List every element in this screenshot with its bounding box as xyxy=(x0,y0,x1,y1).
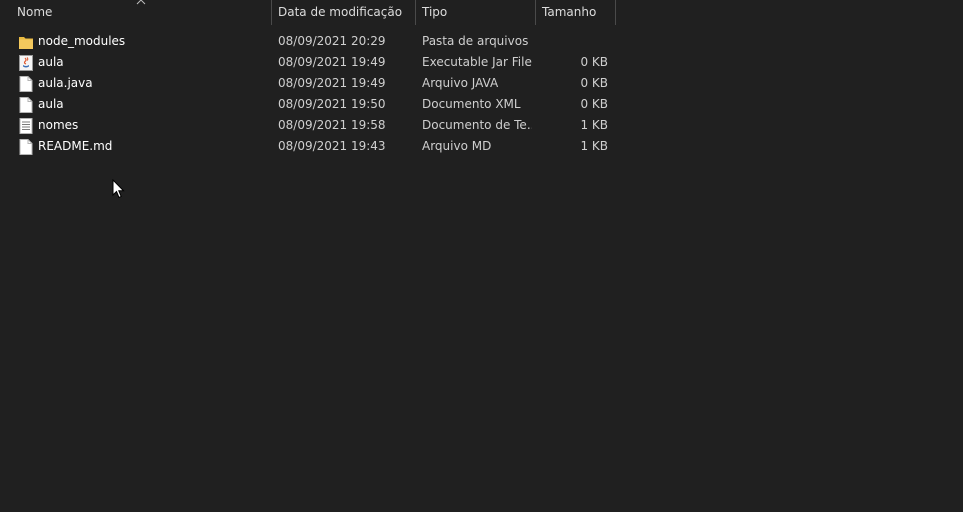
column-divider[interactable] xyxy=(415,0,416,25)
file-icon xyxy=(19,76,33,92)
file-type: Arquivo JAVA xyxy=(422,76,499,90)
column-divider[interactable] xyxy=(271,0,272,25)
file-row[interactable]: aula.java 08/09/2021 19:49 Arquivo JAVA … xyxy=(0,73,616,94)
file-row[interactable]: nomes 08/09/2021 19:58 Documento de Te..… xyxy=(0,115,616,136)
file-list: node_modules 08/09/2021 20:29 Pasta de a… xyxy=(0,31,616,157)
file-type: Arquivo MD xyxy=(422,139,492,153)
file-size: 0 KB xyxy=(580,76,608,90)
file-name: node_modules xyxy=(38,34,126,48)
file-type: Pasta de arquivos xyxy=(422,34,529,48)
file-name: nomes xyxy=(38,118,79,132)
file-row[interactable]: aula 08/09/2021 19:49 Executable Jar Fil… xyxy=(0,52,616,73)
column-header-date[interactable]: Data de modificação xyxy=(278,0,412,25)
column-header-name[interactable]: Nome xyxy=(17,0,267,25)
file-type: Documento de Te... xyxy=(422,118,532,132)
column-header-bar: Nome Data de modificação Tipo Tamanho xyxy=(0,0,616,25)
file-date: 08/09/2021 19:58 xyxy=(278,118,386,132)
file-name: aula xyxy=(38,97,64,111)
column-header-type[interactable]: Tipo xyxy=(422,0,532,25)
file-icon xyxy=(19,97,33,113)
file-date: 08/09/2021 19:50 xyxy=(278,97,386,111)
file-date: 08/09/2021 19:49 xyxy=(278,76,386,90)
file-size: 1 KB xyxy=(580,118,608,132)
file-icon xyxy=(19,139,33,155)
column-divider[interactable] xyxy=(535,0,536,25)
column-divider[interactable] xyxy=(615,0,616,25)
file-size: 0 KB xyxy=(580,97,608,111)
java-jar-icon xyxy=(19,55,33,71)
file-name: README.md xyxy=(38,139,113,153)
file-size: 0 KB xyxy=(580,55,608,69)
file-date: 08/09/2021 19:43 xyxy=(278,139,386,153)
file-row[interactable]: README.md 08/09/2021 19:43 Arquivo MD 1 … xyxy=(0,136,616,157)
file-type: Executable Jar File xyxy=(422,55,532,69)
file-size: 1 KB xyxy=(580,139,608,153)
file-size xyxy=(538,31,608,52)
file-type: Documento XML xyxy=(422,97,521,111)
file-date: 08/09/2021 19:49 xyxy=(278,55,386,69)
file-date: 08/09/2021 20:29 xyxy=(278,34,386,48)
text-file-icon xyxy=(19,118,33,134)
folder-icon xyxy=(19,37,33,49)
file-row[interactable]: node_modules 08/09/2021 20:29 Pasta de a… xyxy=(0,31,616,52)
file-row[interactable]: aula 08/09/2021 19:50 Documento XML 0 KB xyxy=(0,94,616,115)
mouse-pointer-icon xyxy=(112,179,125,199)
file-name: aula.java xyxy=(38,76,93,90)
file-explorer-view: Nome Data de modificação Tipo Tamanho no… xyxy=(0,0,963,512)
file-name: aula xyxy=(38,55,64,69)
column-header-size[interactable]: Tamanho xyxy=(542,0,612,25)
